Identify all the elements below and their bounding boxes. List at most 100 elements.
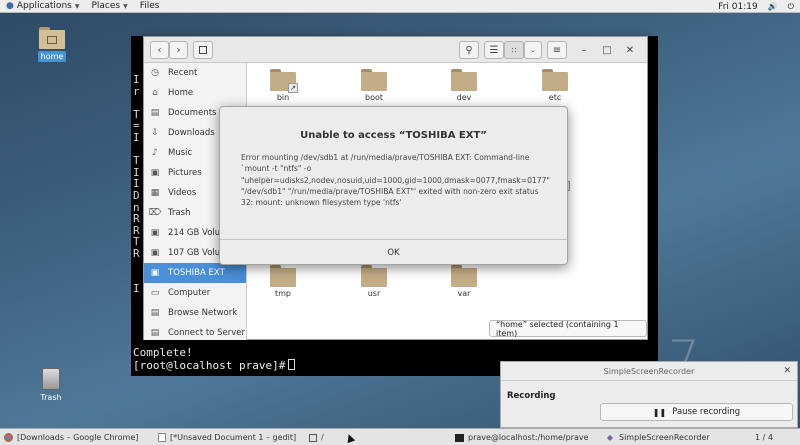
pause-recording-button[interactable]: ❚❚ Pause recording xyxy=(600,403,793,421)
folder-label: bin xyxy=(276,93,290,102)
folder-icon xyxy=(451,69,477,91)
folder-label: usr xyxy=(367,289,381,298)
sidebar-item-label: Music xyxy=(168,148,193,158)
task-label: [*Unsaved Document 1 – gedit] xyxy=(170,433,297,442)
selection-status: “home” selected (containing 1 item) xyxy=(489,320,647,338)
sidebar-item-label: TOSHIBA EXT xyxy=(168,268,225,278)
folder-label: dev xyxy=(456,93,472,102)
terminal-prompt-line[interactable]: [root@localhost prave]# xyxy=(133,359,296,372)
dropdown-icon: ▼ xyxy=(123,2,128,10)
folder-icon xyxy=(361,265,387,287)
search-icon: ⚲ xyxy=(465,44,473,56)
drive-icon: ▣ xyxy=(150,228,160,238)
clock-icon: ◷ xyxy=(151,68,159,78)
chevron-down-icon: ⌄ xyxy=(530,46,536,54)
folder-dev[interactable]: dev xyxy=(434,69,494,102)
power-icon[interactable]: ⏻ xyxy=(788,2,794,12)
terminal-line: D xyxy=(133,188,140,202)
taskbar: [Downloads – Google Chrome] [*Unsaved Do… xyxy=(0,428,800,445)
recorder-titlebar: SimpleScreenRecorder ✕ xyxy=(501,362,797,381)
folder-boot[interactable]: boot xyxy=(344,69,404,102)
workspace-pager[interactable]: 1 / 4 xyxy=(755,431,795,444)
sidebar-item-connect-to-server[interactable]: ▤ Connect to Server xyxy=(144,323,246,340)
desktop-trash-label: Trash xyxy=(40,393,62,402)
terminal-line: I xyxy=(133,281,140,295)
server-icon: ▤ xyxy=(150,328,160,338)
files-menu[interactable]: Files xyxy=(134,1,166,11)
task-files[interactable]: / xyxy=(309,431,449,444)
sidebar-item-label: Videos xyxy=(168,188,197,198)
task-gedit[interactable]: [*Unsaved Document 1 – gedit] xyxy=(158,431,300,444)
pause-icon: ❚❚ xyxy=(652,407,667,417)
terminal-line: R xyxy=(133,246,140,260)
terminal-line: I xyxy=(133,73,140,86)
folder-usr[interactable]: usr xyxy=(344,265,404,298)
search-button[interactable]: ⚲ xyxy=(459,41,479,59)
desktop-trash-icon[interactable]: Trash xyxy=(28,368,74,403)
sidebar-item-label: Recent xyxy=(168,68,198,78)
computer-icon: ▭ xyxy=(150,288,160,298)
sidebar-item-home[interactable]: ⌂ Home xyxy=(144,83,246,103)
task-terminal[interactable]: prave@localhost:/home/prave xyxy=(455,431,597,444)
terminal-prompt: [root@localhost prave]# xyxy=(133,359,286,372)
sidebar-item-label: Computer xyxy=(168,288,211,298)
terminal-output: Ir T = I TIIDnRRTR I xyxy=(133,74,140,294)
close-button[interactable]: ✕ xyxy=(623,43,637,57)
forward-button[interactable]: › xyxy=(169,41,188,59)
applications-menu[interactable]: ● Applications ▼ xyxy=(0,1,85,11)
task-label: SimpleScreenRecorder xyxy=(619,433,710,442)
dropdown-icon: ▼ xyxy=(74,2,80,10)
applications-icon: ● xyxy=(6,1,14,11)
film-icon: ▦ xyxy=(150,188,160,198)
task-recorder[interactable]: ◆ SimpleScreenRecorder xyxy=(605,431,745,444)
sidebar-item-label: Home xyxy=(168,88,194,98)
clock[interactable]: Fri 01:19 xyxy=(718,2,758,12)
trash-icon: ⌦ xyxy=(148,208,162,218)
sidebar-item-label: Pictures xyxy=(168,168,202,178)
applications-label: Applications xyxy=(16,1,72,11)
sidebar-item-computer[interactable]: ▭ Computer xyxy=(144,283,246,303)
folder-label: var xyxy=(457,289,471,298)
recorder-window: SimpleScreenRecorder ✕ Recording ❚❚ Paus… xyxy=(500,361,798,428)
close-icon[interactable]: ✕ xyxy=(783,366,791,376)
terminal-complete-line: Complete! xyxy=(133,346,193,359)
list-view-button[interactable]: ☰ xyxy=(484,41,504,59)
places-label: Places xyxy=(91,1,121,11)
folder-label: etc xyxy=(548,93,562,102)
folder-bin[interactable]: ↗ bin xyxy=(253,69,313,102)
task-label: prave@localhost:/home/prave xyxy=(468,433,589,442)
folder-etc[interactable]: etc xyxy=(525,69,585,102)
folder-label: tmp xyxy=(274,289,291,298)
text-editor-icon xyxy=(158,433,166,442)
sidebar-item-label: Browse Network xyxy=(168,308,238,318)
sidebar-item-recent[interactable]: ◷ Recent xyxy=(144,63,246,83)
terminal-line: I xyxy=(133,130,140,144)
sidebar-item-label: Connect to Server xyxy=(168,328,245,338)
pause-recording-label: Pause recording xyxy=(672,407,741,417)
volume-icon[interactable]: 🔊 xyxy=(768,2,778,11)
grid-view-button[interactable]: ∷ xyxy=(504,41,524,59)
home-icon: ⌂ xyxy=(152,88,158,98)
recorder-icon: ◆ xyxy=(606,433,614,442)
folder-tmp[interactable]: tmp xyxy=(253,265,313,298)
places-menu[interactable]: Places ▼ xyxy=(85,1,133,11)
camera-icon: ▣ xyxy=(150,168,160,178)
sidebar-item-toshiba-ext[interactable]: ▣ TOSHIBA EXT xyxy=(144,263,246,283)
task-chrome[interactable]: [Downloads – Google Chrome] xyxy=(4,431,140,444)
folder-var[interactable]: var xyxy=(434,265,494,298)
maximize-button[interactable]: □ xyxy=(600,43,614,57)
menu-button[interactable]: ≡ xyxy=(547,41,567,59)
sidebar-item-label: Documents xyxy=(168,108,217,118)
ok-button[interactable]: OK xyxy=(220,239,567,265)
music-icon: ♪ xyxy=(152,148,158,158)
files-label: Files xyxy=(139,1,160,11)
sidebar-item-browse-network[interactable]: ▤ Browse Network xyxy=(144,303,246,323)
hamburger-icon: ≡ xyxy=(552,44,562,56)
folder-icon: ↗ xyxy=(270,69,298,93)
location-button[interactable] xyxy=(193,41,213,59)
back-button[interactable]: ‹ xyxy=(150,41,169,59)
view-options-button[interactable]: ⌄ xyxy=(524,41,542,59)
desktop-home-icon[interactable]: home xyxy=(29,27,75,62)
file-manager-header: ‹ › ⚲ ☰ ∷ ⌄ ≡ – □ ✕ xyxy=(144,37,647,63)
minimize-button[interactable]: – xyxy=(577,43,591,57)
